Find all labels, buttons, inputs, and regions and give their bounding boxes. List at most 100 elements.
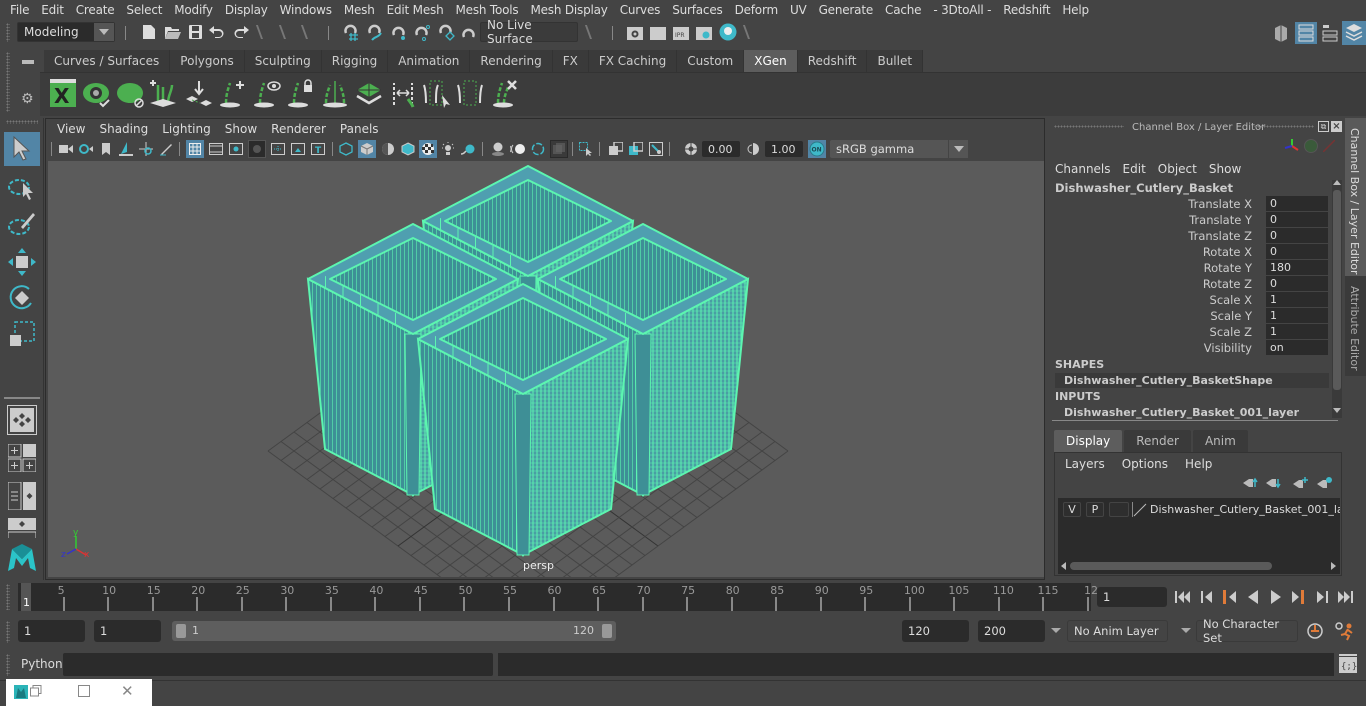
script-editor-icon[interactable]: {;}: [1338, 654, 1358, 674]
play-backwards-icon[interactable]: [1242, 586, 1264, 608]
menu-edit-mesh[interactable]: Edit Mesh: [381, 3, 450, 17]
command-language-label[interactable]: Python: [21, 657, 63, 671]
menu-file[interactable]: File: [4, 3, 35, 17]
xgen-add-guides-icon[interactable]: [148, 79, 178, 109]
textured-icon[interactable]: [419, 140, 437, 158]
xgen-delete-guides-icon[interactable]: [490, 79, 520, 109]
shelf-tab-sculpting[interactable]: Sculpting: [244, 50, 322, 72]
xgen-guide-interpolate-icon[interactable]: [388, 79, 418, 109]
step-forward-key-icon[interactable]: [1288, 586, 1310, 608]
menu-3dtoall[interactable]: - 3DtoAll -: [927, 3, 997, 17]
menu-curves[interactable]: Curves: [614, 3, 666, 17]
open-scene-icon[interactable]: [164, 24, 182, 40]
xgen-guide-visibility-icon[interactable]: [252, 79, 282, 109]
shelf-settings-gear-icon[interactable]: ⚙: [21, 91, 34, 107]
layer-visibility-toggle[interactable]: V: [1063, 502, 1081, 517]
2d-pan-zoom-icon[interactable]: [138, 141, 154, 157]
collapse-section-icon[interactable]: [295, 25, 308, 39]
anim-layer-dropdown[interactable]: No Anim Layer: [1067, 620, 1168, 642]
channel-value-field[interactable]: 1: [1266, 292, 1328, 307]
xgen-place-guides-icon[interactable]: [184, 79, 214, 109]
step-forward-frame-icon[interactable]: [1311, 586, 1333, 608]
new-layer-from-selection-icon[interactable]: [1317, 477, 1333, 491]
restore-icon[interactable]: [30, 685, 42, 697]
tab-channel-box[interactable]: Channel Box / Layer Editor: [1345, 118, 1366, 276]
xgen-flatten-icon[interactable]: [354, 79, 384, 109]
menu-modify[interactable]: Modify: [168, 3, 219, 17]
viewport-menu-renderer[interactable]: Renderer: [264, 122, 333, 136]
depth-of-field-icon[interactable]: [550, 140, 568, 158]
channel-value-field[interactable]: 0: [1266, 228, 1328, 243]
scene-canvas[interactable]: y x z persp: [48, 161, 1044, 577]
menu-mesh[interactable]: Mesh: [338, 3, 381, 17]
channel-box-menu-object[interactable]: Object: [1149, 160, 1197, 178]
close-icon[interactable]: ✕: [121, 682, 134, 700]
shelf-tab-custom[interactable]: Custom: [677, 50, 745, 72]
gamma-icon[interactable]: [745, 141, 761, 157]
xgen-guide-select-icon[interactable]: [422, 79, 452, 109]
shelf-tab-animation[interactable]: Animation: [388, 50, 471, 72]
single-perspective-layout-icon[interactable]: [7, 405, 37, 435]
default-material-icon[interactable]: [380, 141, 396, 157]
layer-playback-toggle[interactable]: P: [1086, 502, 1104, 517]
channel-row[interactable]: Translate Y 0: [1046, 212, 1328, 228]
shape-node[interactable]: Dishwasher_Cutlery_BasketShape: [1055, 373, 1329, 388]
tab-attribute-editor[interactable]: Attribute Editor: [1345, 276, 1366, 376]
layer-name[interactable]: Dishwasher_Cutlery_Basket_001_layer: [1150, 503, 1340, 516]
mode-selector[interactable]: Modeling: [17, 22, 115, 42]
xray-active-components-icon[interactable]: [628, 141, 644, 157]
resolution-gate-icon[interactable]: [228, 141, 244, 157]
move-tool-icon[interactable]: [6, 246, 38, 278]
modeling-toolkit-icon[interactable]: [1272, 23, 1290, 43]
menu-edit[interactable]: Edit: [35, 3, 69, 17]
layer-menu-options[interactable]: Options: [1112, 455, 1168, 473]
gate-mask-icon[interactable]: [248, 140, 266, 158]
layer-display-type-toggle[interactable]: [1109, 502, 1129, 517]
channel-box-scrollbar[interactable]: [1332, 180, 1342, 418]
channel-row[interactable]: Scale Z 1: [1046, 324, 1328, 340]
channel-value-field[interactable]: 180: [1266, 260, 1328, 275]
menu-deform[interactable]: Deform: [729, 3, 784, 17]
layer-tab-render[interactable]: Render: [1124, 430, 1191, 452]
layer-menu-help[interactable]: Help: [1175, 455, 1212, 473]
channel-row[interactable]: Rotate Y 180: [1046, 260, 1328, 276]
shelf-tab-redshift[interactable]: Redshift: [797, 50, 868, 72]
animation-start-field[interactable]: 1: [18, 620, 85, 642]
outliner-persp-layout-icon[interactable]: [8, 482, 36, 510]
float-panel-icon[interactable]: ⧉: [1318, 121, 1329, 132]
collapse-section-icon[interactable]: [579, 25, 592, 39]
new-empty-layer-icon[interactable]: [1293, 477, 1309, 491]
channel-value-field[interactable]: on: [1266, 340, 1328, 355]
3d-viewport[interactable]: y x z persp: [48, 161, 1044, 577]
basket-model[interactable]: [306, 165, 750, 557]
scrollbar-thumb[interactable]: [1070, 562, 1272, 570]
color-management-toggle[interactable]: ON: [808, 140, 826, 158]
channel-value-field[interactable]: 0: [1266, 244, 1328, 259]
xgen-editor-icon[interactable]: X: [50, 79, 80, 109]
drag-handle[interactable]: [6, 584, 10, 610]
go-to-start-icon[interactable]: [1172, 586, 1194, 608]
collapse-section-icon[interactable]: [737, 25, 750, 39]
xray-icon[interactable]: [608, 141, 624, 157]
layer-list-hscrollbar[interactable]: [1058, 560, 1340, 572]
xgen-clear-preview-icon[interactable]: [116, 79, 146, 109]
rotate-tool-icon[interactable]: [6, 282, 38, 314]
image-plane-icon[interactable]: [118, 141, 134, 157]
drag-handle[interactable]: [6, 23, 10, 42]
motion-blur-icon[interactable]: [510, 141, 526, 157]
attribute-editor-toggle-icon[interactable]: [1295, 22, 1317, 44]
hyper-toggle-icon[interactable]: [1322, 139, 1336, 153]
field-chart-icon[interactable]: [270, 141, 286, 157]
four-view-layout-icon[interactable]: [8, 444, 36, 472]
move-layer-up-icon[interactable]: [1243, 477, 1259, 491]
close-icon[interactable]: ×: [1331, 121, 1342, 132]
drag-handle[interactable]: [6, 654, 10, 676]
snap-live-icon[interactable]: [460, 23, 478, 41]
drag-handle[interactable]: [6, 621, 10, 643]
shelf-tab-xgen[interactable]: XGen: [744, 50, 798, 72]
current-frame-field[interactable]: 1: [1097, 587, 1167, 607]
collapse-section-icon[interactable]: [250, 25, 263, 39]
range-slider-start-handle[interactable]: [176, 624, 186, 638]
character-set-dropdown[interactable]: No Character Set: [1196, 617, 1298, 645]
film-gate-icon[interactable]: [208, 141, 224, 157]
